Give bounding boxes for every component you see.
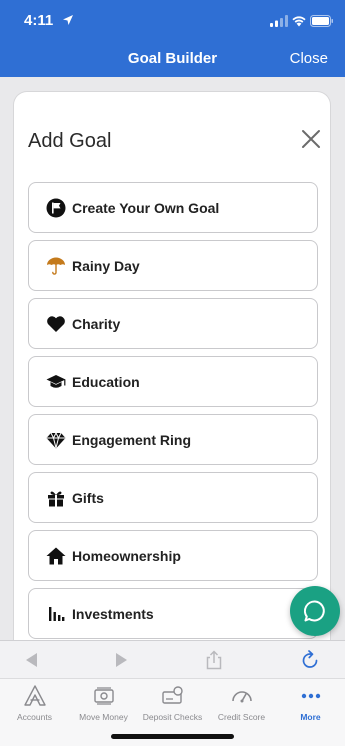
home-indicator [111, 734, 234, 739]
goal-option-education[interactable]: Education [28, 356, 318, 407]
goal-label: Gifts [72, 490, 104, 506]
heart-icon [47, 316, 65, 332]
goal-option-homeownership[interactable]: Homeownership [28, 530, 318, 581]
accounts-icon [23, 685, 46, 706]
tab-label: Credit Score [217, 712, 266, 722]
add-goal-card: Add Goal Create Your Own Goal Rainy Day … [13, 91, 331, 651]
goal-option-investments[interactable]: Investments [28, 588, 318, 639]
top-bar: 4:11 Goal Builder Close [0, 0, 345, 77]
tab-accounts[interactable]: Accounts [0, 685, 69, 722]
battery-icon [310, 15, 333, 27]
chat-button[interactable] [290, 586, 340, 636]
goal-label: Create Your Own Goal [72, 200, 220, 216]
bar-chart-icon [49, 607, 65, 621]
credit-score-icon [231, 691, 252, 703]
deposit-checks-icon [161, 686, 183, 704]
house-icon [46, 547, 66, 565]
flag-icon [46, 198, 66, 218]
card-title: Add Goal [28, 130, 112, 152]
wifi-icon [292, 16, 306, 27]
tab-move-money[interactable]: Move Money [69, 685, 138, 722]
status-time: 4:11 [24, 12, 54, 29]
tab-label: More [300, 712, 321, 722]
close-icon[interactable] [301, 129, 321, 149]
share-icon[interactable] [204, 650, 224, 670]
graduation-cap-icon [46, 375, 66, 388]
goal-label: Rainy Day [72, 258, 140, 274]
goal-label: Education [72, 374, 140, 390]
refresh-icon[interactable] [300, 650, 320, 670]
more-icon [301, 693, 320, 699]
goal-label: Investments [72, 606, 154, 622]
goal-label: Charity [72, 316, 121, 332]
location-arrow-icon [63, 15, 73, 25]
back-arrow-icon[interactable] [22, 650, 42, 670]
goal-option-rainy-day[interactable]: Rainy Day [28, 240, 318, 291]
cellular-signal-icon [270, 15, 288, 27]
chat-bubble-icon [304, 600, 325, 622]
gift-icon [48, 491, 64, 507]
tab-label: Accounts [17, 712, 52, 722]
tab-credit-score[interactable]: Credit Score [207, 685, 276, 722]
forward-arrow-icon[interactable] [111, 650, 131, 670]
diamond-icon [46, 431, 66, 449]
goal-label: Homeownership [72, 548, 181, 564]
goal-option-gifts[interactable]: Gifts [28, 472, 318, 523]
goal-option-engagement-ring[interactable]: Engagement Ring [28, 414, 318, 465]
goal-label: Engagement Ring [72, 432, 192, 448]
tab-label: Deposit Checks [142, 712, 203, 722]
tab-label: Move Money [79, 712, 128, 722]
goal-option-charity[interactable]: Charity [28, 298, 318, 349]
move-money-icon [93, 687, 114, 705]
status-bar: 4:11 [0, 12, 345, 30]
goal-option-create-your-own[interactable]: Create Your Own Goal [28, 182, 318, 233]
close-button[interactable]: Close [290, 50, 328, 67]
tab-more[interactable]: More [276, 685, 345, 722]
tab-deposit-checks[interactable]: Deposit Checks [138, 685, 207, 722]
umbrella-icon [47, 257, 65, 275]
browser-toolbar [0, 640, 345, 678]
